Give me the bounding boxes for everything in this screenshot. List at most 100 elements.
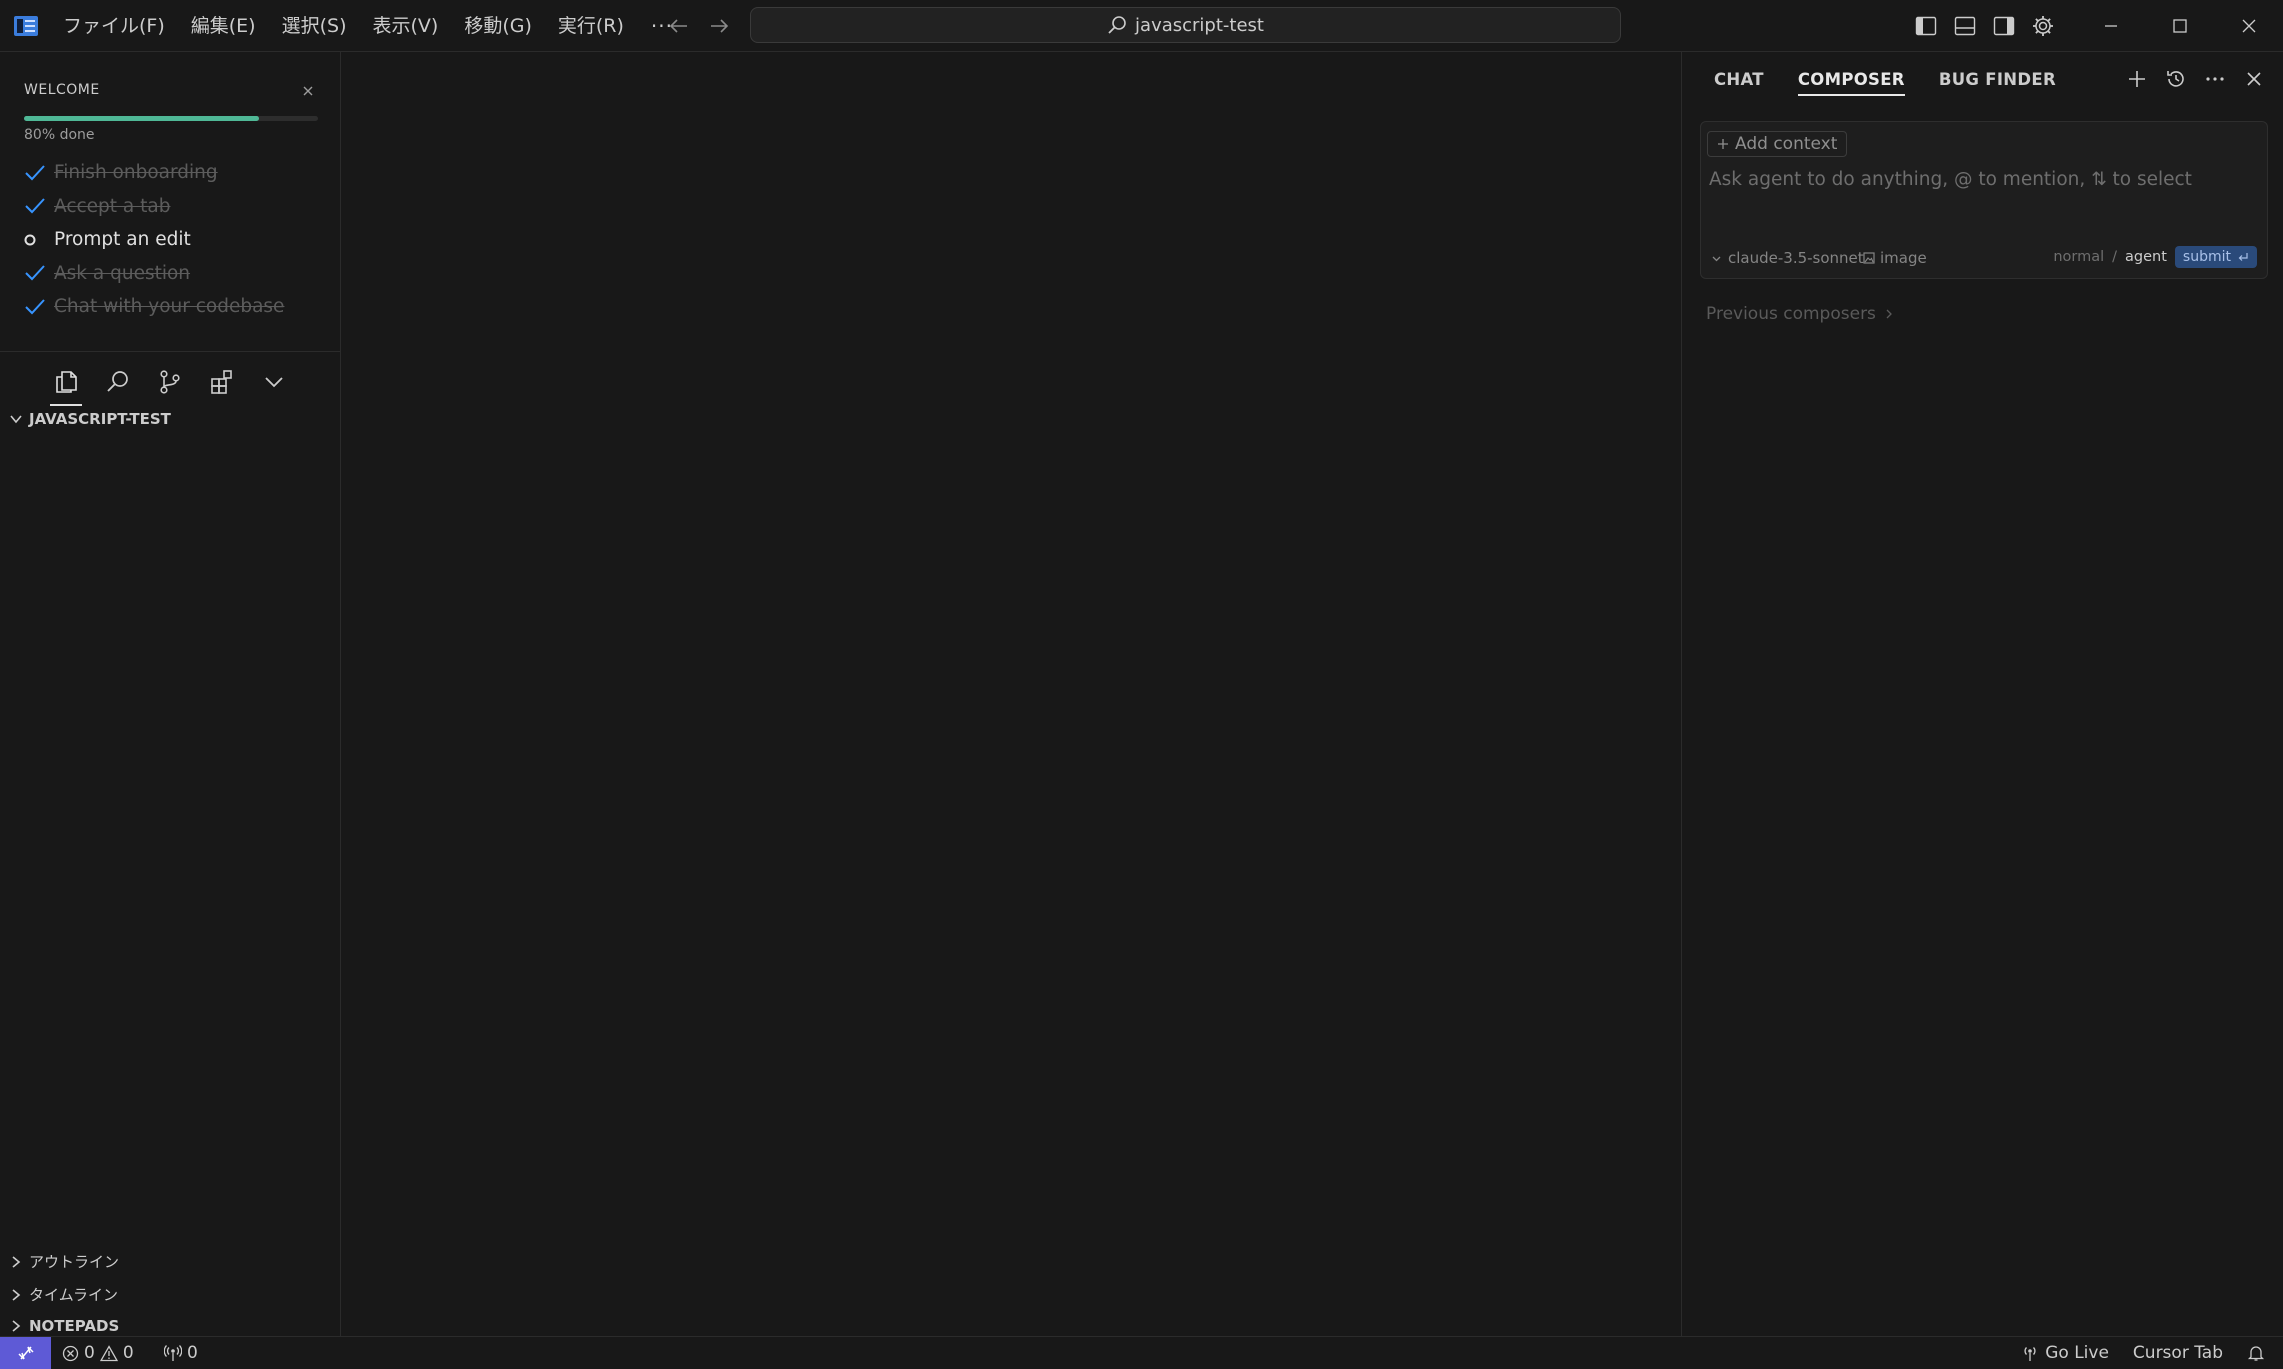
composer-input-box[interactable]: Add context Ask agent to do anything, @ …	[1700, 121, 2268, 279]
ai-panel: CHAT COMPOSER BUG FINDER Add context Ask…	[1681, 52, 2283, 1336]
search-icon[interactable]	[92, 360, 144, 404]
chevron-down-icon[interactable]	[248, 360, 300, 404]
timeline-section-label: タイムライン	[29, 1286, 118, 1304]
activity-bar	[40, 360, 300, 406]
problems-status[interactable]: 0 0	[62, 1337, 134, 1369]
error-icon	[62, 1345, 79, 1362]
previous-composers-link[interactable]: Previous composers	[1706, 304, 1894, 324]
menu-edit[interactable]: 編集(E)	[178, 0, 269, 52]
checkmark-icon	[24, 297, 54, 317]
status-bar: 0 0 0 Go Live Cursor Tab	[0, 1336, 2283, 1369]
add-context-label: Add context	[1735, 134, 1838, 154]
previous-composers-label: Previous composers	[1706, 304, 1876, 324]
checklist-item-prompt-edit[interactable]: Prompt an edit	[24, 223, 284, 257]
mode-toggle: normal / agent submit	[2053, 246, 2257, 268]
menu-bar: ファイル(F) 編集(E) 選択(S) 表示(V) 移動(G) 実行(R) ··…	[50, 0, 687, 52]
add-context-button[interactable]: Add context	[1707, 131, 1848, 157]
chevron-down-icon	[8, 411, 24, 427]
arrow-left-icon[interactable]	[666, 14, 692, 38]
ports-status[interactable]: 0	[164, 1337, 198, 1369]
primary-sidebar: WELCOME 80% done Finish onboarding Accep…	[0, 52, 341, 1336]
editor-area[interactable]	[341, 52, 1681, 1336]
checklist-item-label: Accept a tab	[54, 195, 171, 217]
remote-indicator-button[interactable]	[0, 1337, 51, 1369]
onboarding-progress-bar	[24, 116, 318, 121]
checklist-item-ask-question[interactable]: Ask a question	[24, 257, 284, 291]
checkmark-icon	[24, 163, 54, 183]
go-live-button[interactable]: Go Live	[2021, 1343, 2109, 1363]
command-center-search[interactable]: javascript-test	[750, 7, 1621, 43]
checklist-item-chat-codebase[interactable]: Chat with your codebase	[24, 290, 284, 324]
toggle-panel-icon[interactable]	[1945, 0, 1984, 52]
submit-label: submit	[2182, 249, 2231, 265]
mode-normal-option[interactable]: normal	[2053, 249, 2104, 265]
title-bar-controls	[1906, 0, 2283, 52]
checklist-item-accept-tab[interactable]: Accept a tab	[24, 190, 284, 224]
history-icon[interactable]	[2156, 64, 2195, 94]
checklist-item-label: Prompt an edit	[54, 229, 191, 251]
menu-view[interactable]: 表示(V)	[360, 0, 452, 52]
bell-icon[interactable]	[2247, 1344, 2265, 1362]
menu-file[interactable]: ファイル(F)	[50, 0, 178, 52]
onboarding-checklist: Finish onboarding Accept a tab Prompt an…	[24, 156, 284, 324]
chevron-right-icon	[8, 1287, 24, 1303]
chevron-right-icon	[1884, 308, 1894, 320]
explorer-root-folder[interactable]: JAVASCRIPT-TEST	[8, 410, 171, 428]
broadcast-icon	[164, 1344, 182, 1362]
tab-chat[interactable]: CHAT	[1714, 52, 1764, 107]
cursor-tab-label: Cursor Tab	[2132, 1343, 2223, 1363]
model-name: claude-3.5-sonnet	[1728, 249, 1864, 267]
attach-image-button[interactable]: image	[1863, 249, 1927, 267]
more-options-icon[interactable]	[2195, 64, 2234, 94]
remote-icon	[16, 1343, 36, 1363]
plus-icon[interactable]	[2117, 64, 2156, 94]
gear-icon[interactable]	[2023, 0, 2062, 52]
menu-go[interactable]: 移動(G)	[451, 0, 545, 52]
image-icon	[1863, 252, 1875, 264]
cursor-tab-button[interactable]: Cursor Tab	[2133, 1343, 2223, 1363]
notepads-section[interactable]: NOTEPADS	[8, 1317, 119, 1335]
warning-icon	[99, 1344, 118, 1362]
progress-text: 80% done	[24, 127, 95, 143]
circle-icon	[24, 230, 54, 250]
tab-composer[interactable]: COMPOSER	[1797, 52, 1905, 107]
tab-bug-finder[interactable]: BUG FINDER	[1939, 52, 2056, 107]
app-logo-icon	[13, 14, 39, 38]
menu-run[interactable]: 実行(R)	[545, 0, 637, 52]
mode-separator: /	[2112, 249, 2118, 265]
divider	[0, 351, 341, 352]
outline-section[interactable]: アウトライン	[8, 1251, 119, 1272]
close-window-icon[interactable]	[2214, 0, 2283, 52]
go-live-label: Go Live	[2045, 1343, 2109, 1363]
toggle-secondary-sidebar-icon[interactable]	[1984, 0, 2023, 52]
checkmark-icon	[24, 263, 54, 283]
menu-selection[interactable]: 選択(S)	[269, 0, 360, 52]
model-selector[interactable]: claude-3.5-sonnet	[1711, 249, 1864, 267]
checklist-item-label: Ask a question	[54, 262, 191, 284]
source-control-icon[interactable]	[144, 360, 196, 404]
command-center-text: javascript-test	[1135, 14, 1264, 36]
arrow-right-icon[interactable]	[706, 14, 732, 38]
close-icon[interactable]	[298, 81, 318, 101]
broadcast-icon	[2021, 1344, 2039, 1362]
chevron-down-icon	[1711, 253, 1722, 264]
chevron-right-icon	[8, 1254, 24, 1270]
mode-agent-option[interactable]: agent	[2125, 249, 2167, 265]
toggle-primary-sidebar-icon[interactable]	[1906, 0, 1945, 52]
checklist-item-finish-onboarding[interactable]: Finish onboarding	[24, 156, 284, 190]
explorer-root-label: JAVASCRIPT-TEST	[29, 410, 171, 428]
status-right: Go Live Cursor Tab	[2021, 1337, 2265, 1369]
maximize-icon[interactable]	[2145, 0, 2214, 52]
checkmark-icon	[24, 196, 54, 216]
minimize-icon[interactable]	[2076, 0, 2145, 52]
ports-count: 0	[187, 1343, 198, 1363]
search-icon	[1107, 15, 1127, 35]
close-icon[interactable]	[2234, 64, 2273, 94]
extensions-icon[interactable]	[196, 360, 248, 404]
timeline-section[interactable]: タイムライン	[8, 1284, 118, 1305]
composer-text-input[interactable]: Ask agent to do anything, @ to mention, …	[1709, 169, 2192, 190]
explorer-files-icon[interactable]	[40, 360, 92, 406]
chevron-right-icon	[8, 1318, 24, 1334]
submit-button[interactable]: submit	[2174, 246, 2257, 268]
enter-key-icon	[2237, 251, 2249, 263]
